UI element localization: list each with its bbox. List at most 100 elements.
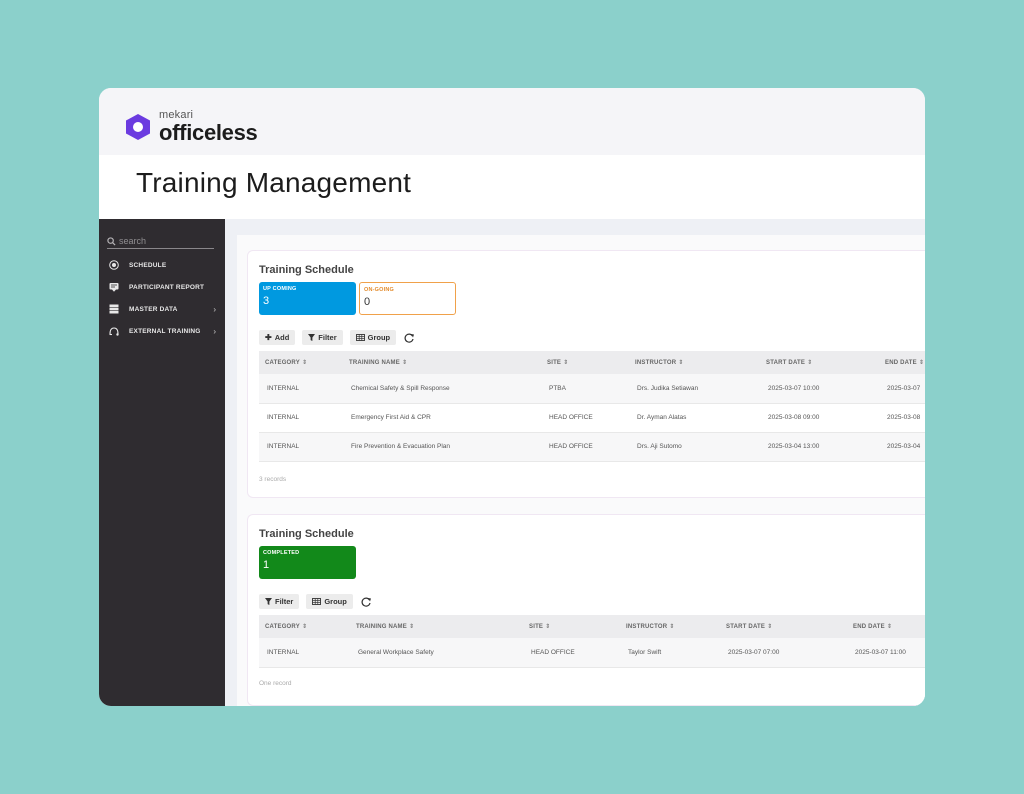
app-window: mekari officeless Training Management SC…: [99, 88, 925, 706]
cell-training-name: Chemical Safety & Spill Response: [343, 374, 541, 404]
cell-training-name: General Workplace Safety: [350, 638, 523, 668]
sort-icon: ⇕: [807, 360, 813, 366]
filter-button[interactable]: Filter: [259, 594, 300, 609]
sort-icon: ⇕: [767, 624, 773, 630]
report-icon: [109, 283, 119, 292]
column-header-category[interactable]: CATEGORY ⇕: [259, 615, 350, 638]
stat-card-upcoming[interactable]: UP COMING 3: [259, 282, 356, 315]
top-bar: mekari officeless: [99, 88, 925, 155]
sort-icon: ⇕: [401, 360, 408, 366]
column-header-instructor[interactable]: INSTRUCTOR ⇕: [629, 351, 760, 374]
panel-title: Training Schedule: [259, 528, 354, 540]
page-title: Training Management: [136, 167, 412, 198]
cell-instructor: Drs. Aji Sutomo: [629, 432, 760, 462]
search-input[interactable]: [119, 236, 209, 246]
sort-icon: ⇕: [301, 624, 308, 630]
table-row[interactable]: INTERNAL Fire Prevention & Evacuation Pl…: [259, 432, 925, 462]
sidebar-nav: SCHEDULE PARTICIPANT REPORT MASTER DATA: [99, 254, 225, 342]
table-grid-icon: [355, 334, 365, 341]
add-button-label: Add: [274, 333, 290, 342]
cell-instructor: Dr. Ayman Alatas: [629, 403, 760, 433]
sort-icon: ⇕: [563, 360, 569, 366]
cell-site: PTBA: [541, 374, 629, 404]
content-area: Training Schedule UP COMING 3 ON-GOING 0…: [237, 235, 925, 706]
group-button-label: Group: [324, 597, 347, 606]
cell-start-date: 2025-03-07 10:00: [760, 374, 879, 404]
column-header-end-date[interactable]: END DATE ⇕: [847, 615, 925, 638]
refresh-icon[interactable]: [403, 332, 415, 344]
sort-icon: ⇕: [918, 360, 925, 366]
search-box: [107, 234, 214, 249]
cell-category: INTERNAL: [259, 374, 343, 404]
cell-start-date: 2025-03-07 07:00: [720, 638, 847, 668]
chevron-right-icon: ›: [213, 305, 216, 314]
column-header-site[interactable]: SITE ⇕: [541, 351, 629, 374]
table-row[interactable]: INTERNAL Chemical Safety & Spill Respons…: [259, 374, 925, 404]
cell-instructor: Drs. Judika Setiawan: [629, 374, 760, 404]
sidebar-item-label: MASTER DATA: [129, 305, 178, 313]
table-grid-icon: [312, 598, 322, 605]
stat-label: COMPLETED: [263, 550, 300, 556]
cell-site: HEAD OFFICE: [541, 403, 629, 433]
stat-value: 0: [364, 296, 371, 308]
table-header-row: CATEGORY ⇕ TRAINING NAME ⇕ SITE ⇕ INSTRUCTO…: [259, 615, 925, 638]
record-count: One record: [259, 680, 292, 687]
sidebar-item-label: EXTERNAL TRAINING: [129, 327, 201, 335]
table-row[interactable]: INTERNAL General Workplace Safety HEAD O…: [259, 638, 925, 668]
cell-instructor: Taylor Swift: [620, 638, 720, 668]
stat-label: ON-GOING: [364, 287, 395, 293]
column-header-end-date[interactable]: END DATE ⇕: [879, 351, 925, 374]
cell-category: INTERNAL: [259, 403, 343, 433]
group-button[interactable]: Group: [349, 330, 397, 345]
column-header-instructor[interactable]: INSTRUCTOR ⇕: [620, 615, 720, 638]
brand-name: officeless: [159, 120, 258, 145]
stat-card-ongoing[interactable]: ON-GOING 0: [359, 282, 456, 315]
cell-category: INTERNAL: [259, 432, 343, 462]
cell-training-name: Fire Prevention & Evacuation Plan: [343, 432, 541, 462]
sort-icon: ⇕: [545, 624, 551, 630]
group-button[interactable]: Group: [306, 594, 353, 609]
column-header-start-date[interactable]: START DATE ⇕: [720, 615, 847, 638]
column-header-category[interactable]: CATEGORY ⇕: [259, 351, 343, 374]
target-icon: [109, 260, 119, 270]
sidebar-item-master-data[interactable]: MASTER DATA ›: [99, 298, 225, 320]
database-icon: [109, 304, 119, 314]
cell-end-date: 2025-03-07 11:00: [847, 638, 925, 668]
column-header-start-date[interactable]: START DATE ⇕: [760, 351, 879, 374]
panel-title: Training Schedule: [259, 264, 354, 276]
sort-icon: ⇕: [678, 360, 684, 366]
column-header-training-name[interactable]: TRAINING NAME ⇕: [350, 615, 523, 638]
sidebar-item-external-training[interactable]: EXTERNAL TRAINING ›: [99, 320, 225, 342]
sort-icon: ⇕: [886, 624, 893, 630]
column-header-site[interactable]: SITE ⇕: [523, 615, 620, 638]
record-count: 3 records: [259, 476, 287, 483]
filter-button[interactable]: Filter: [302, 330, 343, 345]
stat-label: UP COMING: [263, 286, 297, 292]
table-row[interactable]: INTERNAL Emergency First Aid & CPR HEAD …: [259, 403, 925, 433]
sidebar: SCHEDULE PARTICIPANT REPORT MASTER DATA: [99, 219, 225, 706]
plus-icon: ✚: [265, 333, 272, 342]
schedule-table: CATEGORY ⇕ TRAINING NAME ⇕ SITE ⇕ INSTRUCTO…: [259, 351, 925, 462]
add-button[interactable]: ✚ Add: [259, 330, 296, 345]
sort-icon: ⇕: [408, 624, 415, 630]
stat-card-completed[interactable]: COMPLETED 1: [259, 546, 356, 579]
cell-category: INTERNAL: [259, 638, 350, 668]
filter-button-label: Filter: [275, 597, 294, 606]
brand-logo[interactable]: mekari officeless: [125, 110, 258, 144]
refresh-icon[interactable]: [360, 596, 372, 608]
table-toolbar: ✚ Add Filter Group: [259, 330, 415, 345]
sidebar-item-label: PARTICIPANT REPORT: [129, 283, 205, 291]
sidebar-item-participant-report[interactable]: PARTICIPANT REPORT: [99, 276, 225, 298]
title-bar: Training Management: [99, 155, 925, 219]
sort-icon: ⇕: [669, 624, 675, 630]
stat-value: 1: [263, 559, 270, 571]
sidebar-item-schedule[interactable]: SCHEDULE: [99, 254, 225, 276]
funnel-icon: [265, 598, 272, 605]
table-toolbar: Filter Group: [259, 594, 372, 609]
search-icon: [107, 236, 116, 246]
training-icon: [109, 327, 119, 336]
column-header-training-name[interactable]: TRAINING NAME ⇕: [343, 351, 541, 374]
main-content: Training Schedule UP COMING 3 ON-GOING 0…: [225, 219, 925, 706]
cell-training-name: Emergency First Aid & CPR: [343, 403, 541, 433]
cell-site: HEAD OFFICE: [523, 638, 620, 668]
